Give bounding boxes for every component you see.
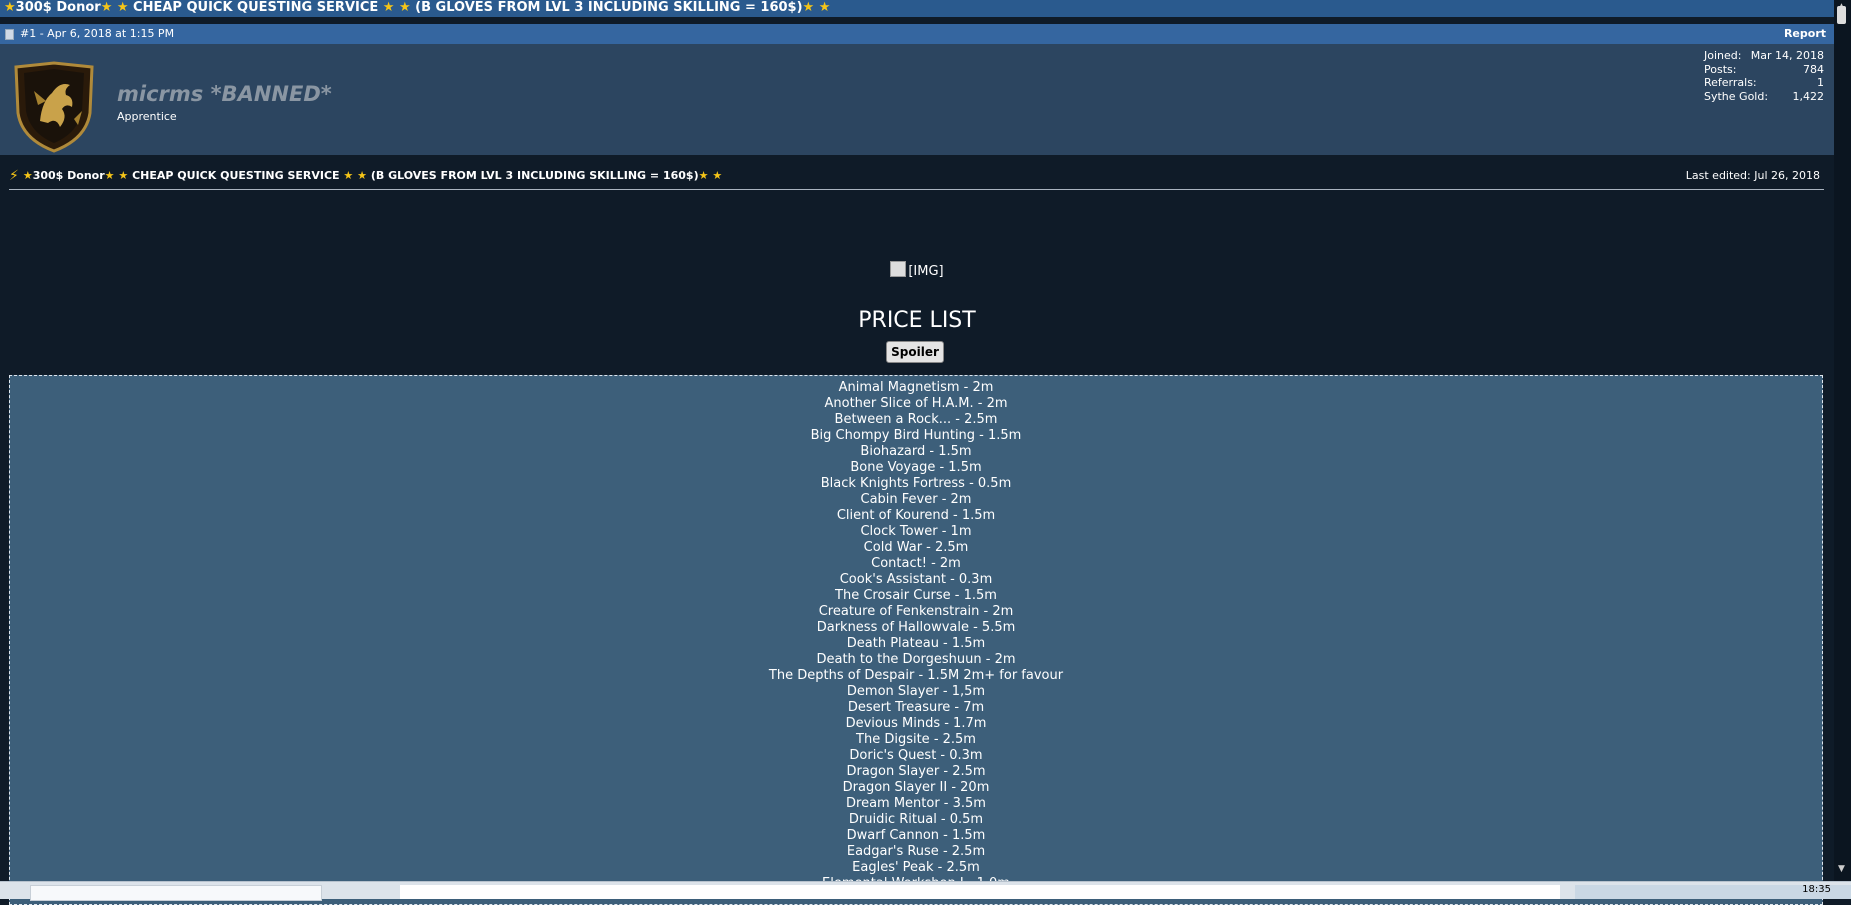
price-list-item: Big Chompy Bird Hunting - 1.5m	[810, 428, 1022, 443]
price-list-item: The Crosair Curse - 1.5m	[835, 588, 997, 603]
price-list-item: Desert Treasure - 7m	[847, 700, 985, 715]
price-list-item: Dragon Slayer - 2.5m	[846, 764, 986, 779]
price-list-item: Death Plateau - 1.5m	[846, 636, 986, 651]
post-header: ⚡ ★300$ Donor★ ★ CHEAP QUICK QUESTING SE…	[9, 162, 1824, 190]
username[interactable]: micrms *BANNED*	[117, 82, 332, 106]
price-list-item: Another Slice of H.A.M. - 2m	[824, 396, 1008, 411]
avatar[interactable]	[12, 61, 96, 153]
price-list-item: Eagles' Peak - 2.5m	[852, 860, 980, 875]
taskbar-item[interactable]	[400, 885, 1560, 899]
user-info-panel: micrms *BANNED* Apprentice Joined: Mar 14…	[0, 44, 1834, 155]
post-title: ★300$ Donor★ ★ CHEAP QUICK QUESTING SERV…	[22, 169, 723, 182]
price-list-item: Cabin Fever - 2m	[860, 492, 972, 507]
spoiler-content: Animal Magnetism - 2m Another Slice of H.…	[9, 375, 1823, 905]
price-list-item: Bone Voyage - 1.5m	[850, 460, 982, 475]
user-title: Apprentice	[117, 110, 177, 123]
price-list-item: The Depths of Despair - 1.5M 2m+ for fav…	[768, 668, 1064, 683]
scrollbar[interactable]: ▲ ▼	[1834, 0, 1851, 898]
scroll-down-icon[interactable]: ▼	[1838, 864, 1845, 874]
price-list-item: Biohazard - 1.5m	[860, 444, 972, 459]
broken-image: [IMG]	[0, 261, 1834, 279]
stat-referrals: Referrals: 1	[1704, 76, 1824, 89]
stat-joined: Joined: Mar 14, 2018	[1704, 49, 1824, 62]
price-list-item: Black Knights Fortress - 0.5m	[820, 476, 1012, 491]
price-list-item: Demon Slayer - 1,5m	[846, 684, 986, 699]
user-stats: Joined: Mar 14, 2018 Posts: 784 Referrals:…	[1704, 49, 1824, 103]
price-list-item: Creature of Fenkenstrain - 2m	[818, 604, 1014, 619]
taskbar-clock: 18:35	[1802, 884, 1831, 895]
post-meta[interactable]: #1 - Apr 6, 2018 at 1:15 PM	[20, 24, 174, 44]
price-list-item: Clock Tower - 1m	[860, 524, 972, 539]
price-list-item: Death to the Dorgeshuun - 2m	[816, 652, 1016, 667]
post-meta-bar: #1 - Apr 6, 2018 at 1:15 PM Report	[0, 24, 1834, 44]
price-list-item: Dragon Slayer II - 20m	[842, 780, 990, 795]
stat-posts: Posts: 784	[1704, 62, 1824, 76]
price-list-item: Dwarf Cannon - 1.5m	[846, 828, 986, 843]
thread-title: ★300$ Donor★ ★ CHEAP QUICK QUESTING SERV…	[4, 0, 831, 15]
document-icon	[5, 28, 14, 40]
lightning-icon: ⚡	[9, 167, 19, 184]
price-list-item: Cook's Assistant - 0.3m	[839, 572, 993, 587]
price-list-item: The Digsite - 2.5m	[856, 732, 976, 747]
scroll-thumb[interactable]	[1837, 6, 1846, 24]
taskbar-item[interactable]	[30, 885, 322, 901]
price-list-item: Druidic Ritual - 0.5m	[848, 812, 984, 827]
price-list-item: Contact! - 2m	[871, 556, 961, 571]
thread-title-bar: ★300$ Donor★ ★ CHEAP QUICK QUESTING SERV…	[0, 0, 1834, 17]
price-list-title: PRICE LIST	[858, 308, 976, 333]
price-list-item: Darkness of Hallowvale - 5.5m	[816, 620, 1016, 635]
stat-sythe-gold: Sythe Gold: 1,422	[1704, 89, 1824, 103]
report-link[interactable]: Report	[1784, 24, 1826, 44]
price-list-item: Animal Magnetism - 2m	[838, 380, 994, 395]
taskbar: 18:35	[0, 881, 1851, 901]
price-list-item: Cold War - 2.5m	[863, 540, 969, 555]
price-list-item: Between a Rock... - 2.5m	[834, 412, 998, 427]
price-list-item: Eadgar's Ruse - 2.5m	[846, 844, 986, 859]
last-edited: Last edited: Jul 26, 2018	[1685, 169, 1820, 182]
price-list-item: Dream Mentor - 3.5m	[846, 796, 986, 811]
price-list-item: Doric's Quest - 0.3m	[849, 748, 983, 763]
spoiler-button[interactable]: Spoiler	[886, 341, 944, 363]
price-list-item: Devious Minds - 1.7m	[845, 716, 987, 731]
broken-image-icon	[890, 261, 907, 277]
price-list-item: Client of Kourend - 1.5m	[836, 508, 996, 523]
